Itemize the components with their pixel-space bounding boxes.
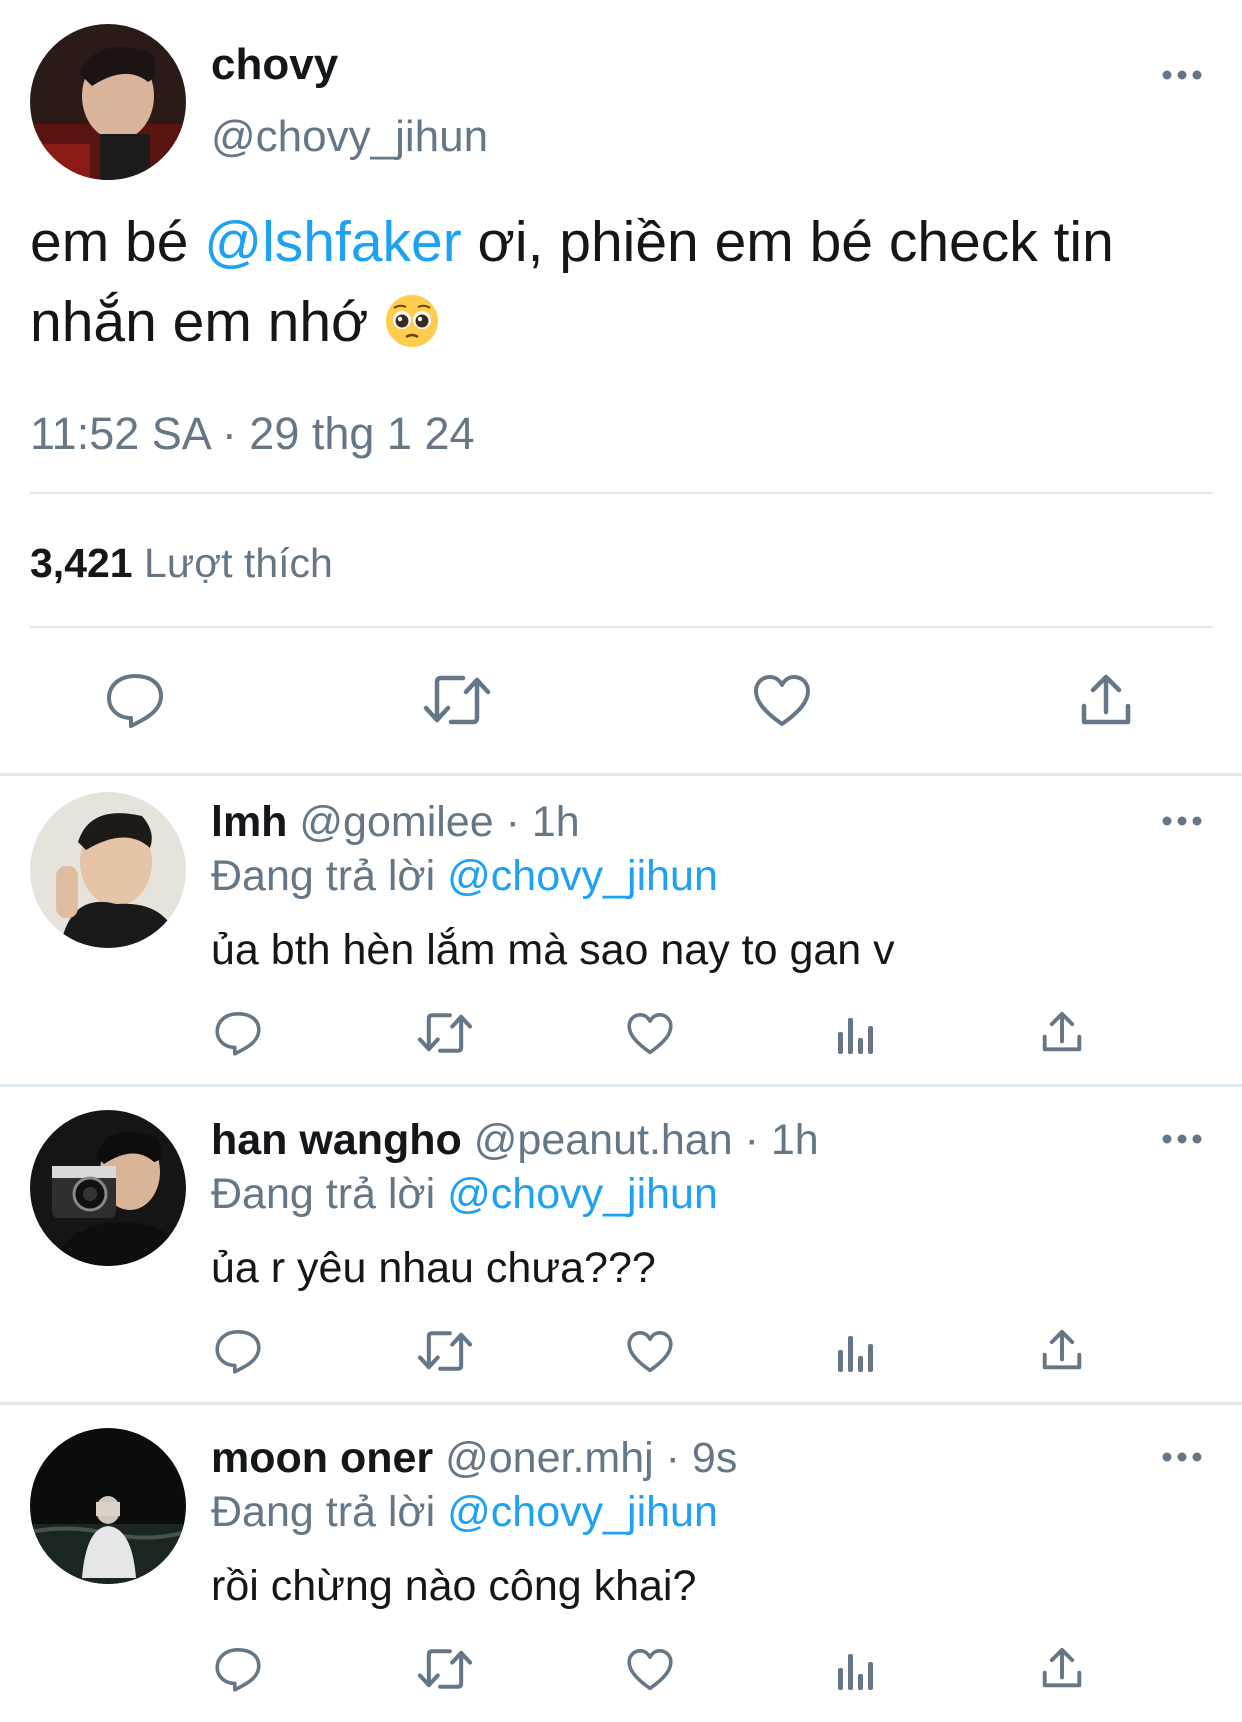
likes-number: 3,421	[30, 540, 133, 586]
replying-to-link[interactable]: @chovy_jihun	[447, 1488, 718, 1536]
reply-avatar[interactable]	[30, 792, 186, 948]
more-options-icon[interactable]	[1160, 1450, 1204, 1469]
replying-prefix: Đang trả lời	[211, 1488, 448, 1536]
reply-author-name[interactable]: moon oner	[211, 1434, 433, 1482]
like-button[interactable]	[752, 674, 812, 728]
replying-to-link[interactable]: @chovy_jihun	[447, 852, 718, 900]
divider	[30, 492, 1212, 494]
analytics-button[interactable]	[836, 1332, 876, 1374]
share-button[interactable]	[1040, 1010, 1084, 1054]
replying-prefix: Đang trả lời	[211, 852, 448, 900]
replying-to: Đang trả lời @chovy_jihun	[211, 1488, 718, 1537]
divider	[0, 773, 1242, 776]
more-options-icon[interactable]	[1160, 1132, 1204, 1151]
share-icon	[1040, 1328, 1084, 1372]
pleading-face-emoji	[384, 290, 440, 347]
like-icon	[626, 1012, 674, 1056]
reply-button[interactable]	[214, 1328, 262, 1374]
divider	[0, 1402, 1242, 1405]
reply-button[interactable]	[214, 1010, 262, 1056]
reply-button[interactable]	[105, 672, 165, 728]
retweet-icon	[423, 674, 491, 726]
reply-author-name[interactable]: lmh	[211, 798, 287, 846]
share-icon	[1040, 1010, 1084, 1054]
likes-count[interactable]: 3,421 Lượt thích	[30, 540, 333, 587]
like-button[interactable]	[626, 1648, 674, 1692]
divider	[0, 1084, 1242, 1087]
retweet-icon	[417, 1648, 473, 1690]
retweet-button[interactable]	[417, 1648, 473, 1690]
reply-header: moon oner @oner.mhj · 9s	[211, 1434, 737, 1483]
reply-text: ủa r yêu nhau chưa???	[211, 1244, 656, 1292]
reply-icon	[105, 672, 165, 728]
retweet-button[interactable]	[423, 674, 491, 726]
share-button[interactable]	[1040, 1646, 1084, 1690]
like-icon	[626, 1648, 674, 1692]
share-button[interactable]	[1040, 1328, 1084, 1372]
replying-to: Đang trả lời @chovy_jihun	[211, 852, 718, 901]
like-icon	[626, 1330, 674, 1374]
reply-meta: @peanut.han · 1h	[461, 1116, 819, 1164]
reply-icon	[214, 1646, 262, 1692]
tweet-text-before: em bé	[30, 210, 205, 274]
reply-header: han wangho @peanut.han · 1h	[211, 1116, 819, 1165]
author-name[interactable]: chovy	[211, 40, 338, 90]
analytics-button[interactable]	[836, 1650, 876, 1692]
analytics-button[interactable]	[836, 1014, 876, 1056]
retweet-icon	[417, 1012, 473, 1054]
replying-to: Đang trả lời @chovy_jihun	[211, 1170, 718, 1219]
retweet-icon	[417, 1330, 473, 1372]
reply-text: ủa bth hèn lắm mà sao nay to gan v	[211, 926, 895, 974]
reply-meta: @oner.mhj · 9s	[433, 1434, 738, 1482]
reply-meta: @gomilee · 1h	[287, 798, 580, 846]
more-options-icon[interactable]	[1160, 68, 1204, 87]
share-icon	[1078, 672, 1134, 728]
likes-label: Lượt thích	[144, 540, 333, 586]
replying-prefix: Đang trả lời	[211, 1170, 448, 1218]
analytics-icon	[836, 1332, 876, 1374]
analytics-icon	[836, 1014, 876, 1056]
like-button[interactable]	[626, 1330, 674, 1374]
retweet-button[interactable]	[417, 1330, 473, 1372]
tweet-text: em bé @lshfaker ơi, phiền em bé check ti…	[30, 202, 1220, 362]
more-options-icon[interactable]	[1160, 814, 1204, 833]
share-button[interactable]	[1078, 672, 1134, 728]
reply-icon	[214, 1328, 262, 1374]
tweet-timestamp[interactable]: 11:52 SA · 29 thg 1 24	[30, 408, 475, 460]
analytics-icon	[836, 1650, 876, 1692]
reply-text: rồi chừng nào công khai?	[211, 1562, 697, 1610]
author-avatar[interactable]	[30, 24, 186, 180]
replying-to-link[interactable]: @chovy_jihun	[447, 1170, 718, 1218]
reply-author-name[interactable]: han wangho	[211, 1116, 462, 1164]
reply-avatar[interactable]	[30, 1428, 186, 1584]
reply-avatar[interactable]	[30, 1110, 186, 1266]
author-handle[interactable]: @chovy_jihun	[211, 112, 488, 162]
mention-link[interactable]: @lshfaker	[204, 210, 461, 274]
reply-icon	[214, 1010, 262, 1056]
divider	[30, 626, 1212, 628]
like-button[interactable]	[626, 1012, 674, 1056]
retweet-button[interactable]	[417, 1012, 473, 1054]
share-icon	[1040, 1646, 1084, 1690]
reply-header: lmh @gomilee · 1h	[211, 798, 580, 847]
reply-button[interactable]	[214, 1646, 262, 1692]
like-icon	[752, 674, 812, 728]
